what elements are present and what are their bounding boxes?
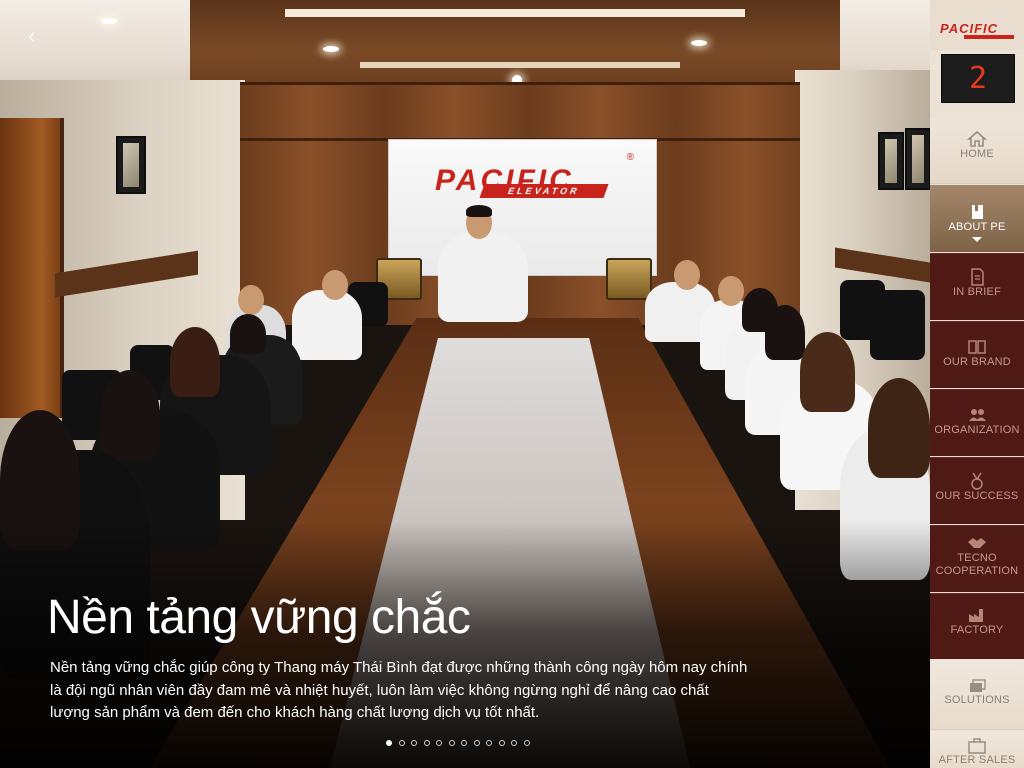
pagination-dot[interactable] — [398, 740, 405, 746]
toolbox-icon — [968, 738, 986, 754]
home-icon — [966, 130, 988, 147]
open-book-icon — [968, 340, 986, 354]
sidebar-item-organization[interactable]: ORGANIZATION — [930, 389, 1024, 456]
person-hair — [170, 327, 220, 397]
ceiling-light-strip — [285, 9, 745, 17]
sidebar-item-label: SOLUTIONS — [944, 694, 1010, 706]
sidebar-item-label: OUR BRAND — [943, 356, 1011, 368]
pagination-dot[interactable] — [473, 740, 480, 746]
person-head — [322, 270, 348, 300]
layers-icon — [970, 679, 986, 692]
pagination-dot[interactable] — [461, 740, 467, 746]
factory-icon — [969, 609, 983, 622]
pagination-dot[interactable] — [511, 740, 517, 746]
slide-title: Nền tảng vững chắc — [47, 591, 471, 644]
brand-name: PACIFIC — [940, 21, 999, 36]
sidebar-item-label: ABOUT PE — [948, 221, 1006, 233]
brand-logo[interactable]: PACIFIC — [930, 0, 1024, 50]
chevron-down-icon — [972, 237, 982, 242]
ceiling-light — [101, 18, 117, 24]
sidebar-item-our-brand[interactable]: OUR BRAND — [930, 321, 1024, 388]
sidebar-item-after-sales[interactable]: AFTER SALES — [930, 731, 1024, 768]
ceiling-light — [323, 46, 339, 52]
person-standing — [438, 232, 528, 322]
sidebar-item-label: ORGANIZATION — [934, 424, 1020, 436]
sidebar-item-our-success[interactable]: OUR SUCCESS — [930, 457, 1024, 524]
pagination-dot[interactable] — [486, 740, 492, 746]
person-head — [674, 260, 700, 290]
person-hair — [466, 205, 492, 217]
sidebar-item-solutions[interactable]: SOLUTIONS — [930, 660, 1024, 730]
pagination-dot[interactable] — [498, 740, 505, 746]
person-hair — [230, 314, 266, 354]
pagination-dot[interactable] — [523, 740, 530, 746]
sidebar-item-tecno-cooperation[interactable]: TECNO COOPERATION — [930, 525, 1024, 592]
sidebar-menu: PACIFIC 2 HOME ABOUT PE IN BRIEF OUR BRA… — [930, 0, 1024, 768]
sidebar-item-label: IN BRIEF — [952, 286, 1002, 298]
wall-picture — [905, 128, 930, 190]
sidebar-item-label: TECNO COOPERATION — [935, 552, 1019, 577]
chair — [870, 290, 925, 360]
ceiling-light-strip — [360, 62, 680, 68]
person-hair — [868, 378, 930, 478]
slide-description: Nền tảng vững chắc giúp công ty Thang má… — [50, 659, 748, 721]
sidebar-item-about-pe[interactable]: ABOUT PE — [930, 185, 1024, 252]
logo-registered: ® — [626, 152, 634, 163]
person-hair — [765, 305, 805, 360]
brand-logo-text: PACIFIC — [940, 21, 998, 36]
prev-slide-button[interactable]: ‹ — [28, 25, 48, 47]
floor-indicator: 2 — [941, 54, 1015, 103]
sidebar-item-label: HOME — [960, 148, 994, 160]
door — [0, 118, 64, 418]
person-hair — [100, 370, 160, 460]
person — [292, 290, 362, 360]
pagination-dot[interactable] — [386, 740, 392, 746]
sidebar-item-label: OUR SUCCESS — [935, 490, 1019, 502]
logo-subtext: ELEVATOR — [479, 184, 609, 198]
wall-picture — [878, 132, 904, 190]
sidebar-item-factory[interactable]: FACTORY — [930, 593, 1024, 659]
book-icon — [972, 205, 983, 219]
wall-picture — [116, 136, 146, 194]
person-head — [238, 285, 264, 315]
sidebar-item-home[interactable]: HOME — [930, 118, 1024, 184]
brand-logo-bar — [964, 35, 1014, 39]
people-icon — [969, 409, 986, 421]
pagination-dot[interactable] — [436, 740, 442, 746]
slide-photo: PACIFIC ELEVATOR ® — [0, 0, 930, 768]
sidebar-item-label: FACTORY — [950, 624, 1004, 636]
medal-icon — [971, 472, 983, 490]
slide-pagination — [386, 740, 530, 748]
pagination-dot[interactable] — [423, 740, 430, 746]
person-hair — [800, 332, 855, 412]
pagination-dot[interactable] — [411, 740, 417, 746]
person-head — [718, 276, 744, 306]
sidebar-item-label: AFTER SALES — [938, 754, 1016, 766]
sidebar-item-in-brief[interactable]: IN BRIEF — [930, 253, 1024, 320]
document-icon — [971, 268, 984, 286]
handshake-icon — [968, 538, 986, 548]
award-plaque — [606, 258, 652, 300]
pagination-dot[interactable] — [448, 740, 455, 746]
ceiling-light — [691, 40, 707, 46]
